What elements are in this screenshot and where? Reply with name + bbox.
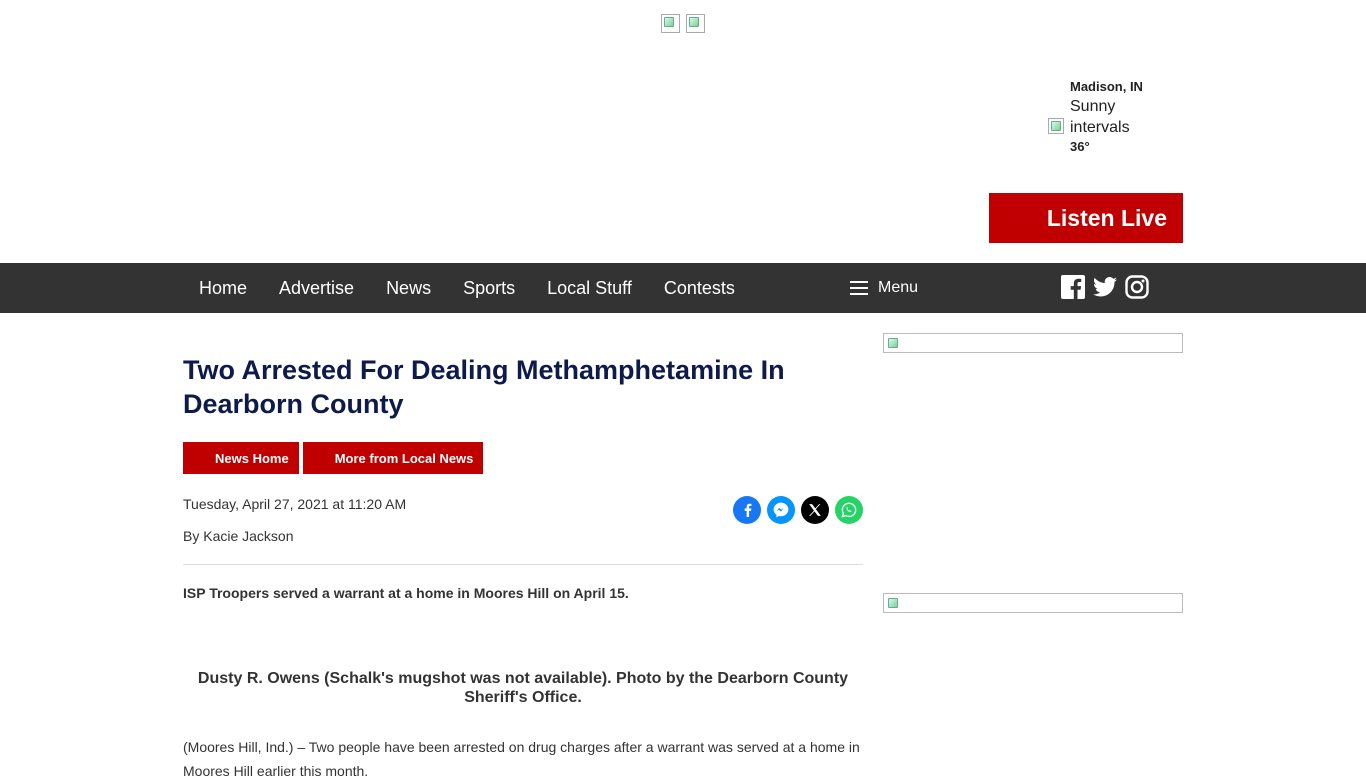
x-share-icon[interactable]	[801, 496, 829, 524]
article-title: Two Arrested For Dealing Methamphetamine…	[183, 355, 785, 419]
nav-item-advertise[interactable]: Advertise	[263, 263, 370, 313]
twitter-icon[interactable]	[1093, 276, 1117, 298]
weather-temperature: 36°	[1070, 139, 1090, 154]
menu-label: Menu	[878, 279, 919, 296]
listen-live-button[interactable]: Listen Live	[989, 193, 1183, 243]
more-local-news-button[interactable]: More from Local News	[302, 442, 484, 474]
nav-item-local-stuff[interactable]: Local Stuff	[531, 263, 648, 313]
instagram-icon[interactable]	[1125, 275, 1149, 299]
article: Two Arrested For Dealing Methamphetamine…	[183, 353, 863, 783]
weather-condition: Sunny intervals	[1070, 98, 1130, 136]
messenger-share-icon[interactable]	[767, 496, 795, 524]
nav-item-news[interactable]: News	[370, 263, 447, 313]
article-divider	[183, 564, 863, 565]
menu-button[interactable]: Menu	[850, 263, 918, 313]
sidebar-ad[interactable]	[883, 333, 1183, 353]
nav-item-sports[interactable]: Sports	[447, 263, 531, 313]
weather-city: Madison, IN	[1070, 79, 1143, 94]
social-links	[1061, 275, 1149, 299]
banner-image[interactable]	[661, 14, 680, 33]
news-home-button[interactable]: News Home	[183, 442, 299, 474]
facebook-share-icon[interactable]	[733, 496, 761, 524]
facebook-icon[interactable]	[1061, 275, 1085, 299]
article-tag-row: News Home More from Local News	[183, 442, 863, 474]
banner-image[interactable]	[686, 14, 705, 33]
article-body-paragraph: (Moores Hill, Ind.) – Two people have be…	[183, 739, 860, 779]
nav-item-home[interactable]: Home	[183, 263, 263, 313]
article-meta: Tuesday, April 27, 2021 at 11:20 AM By K…	[183, 496, 863, 556]
article-lead: ISP Troopers served a warrant at a home …	[183, 585, 629, 601]
nav-item-contests[interactable]: Contests	[648, 263, 751, 313]
photo-caption: Dusty R. Owens (Schalk's mugshot was not…	[197, 670, 849, 706]
hamburger-icon	[850, 281, 868, 295]
sidebar-ad[interactable]	[883, 593, 1183, 613]
share-buttons	[733, 496, 863, 524]
ad-image	[886, 596, 902, 612]
ad-image	[886, 336, 902, 352]
weather-icon	[1048, 118, 1064, 134]
article-byline: By Kacie Jackson	[183, 528, 294, 544]
top-banner-images	[661, 14, 705, 33]
whatsapp-share-icon[interactable]	[835, 496, 863, 524]
main-nav: Home Advertise News Sports Local Stuff C…	[0, 263, 1366, 313]
